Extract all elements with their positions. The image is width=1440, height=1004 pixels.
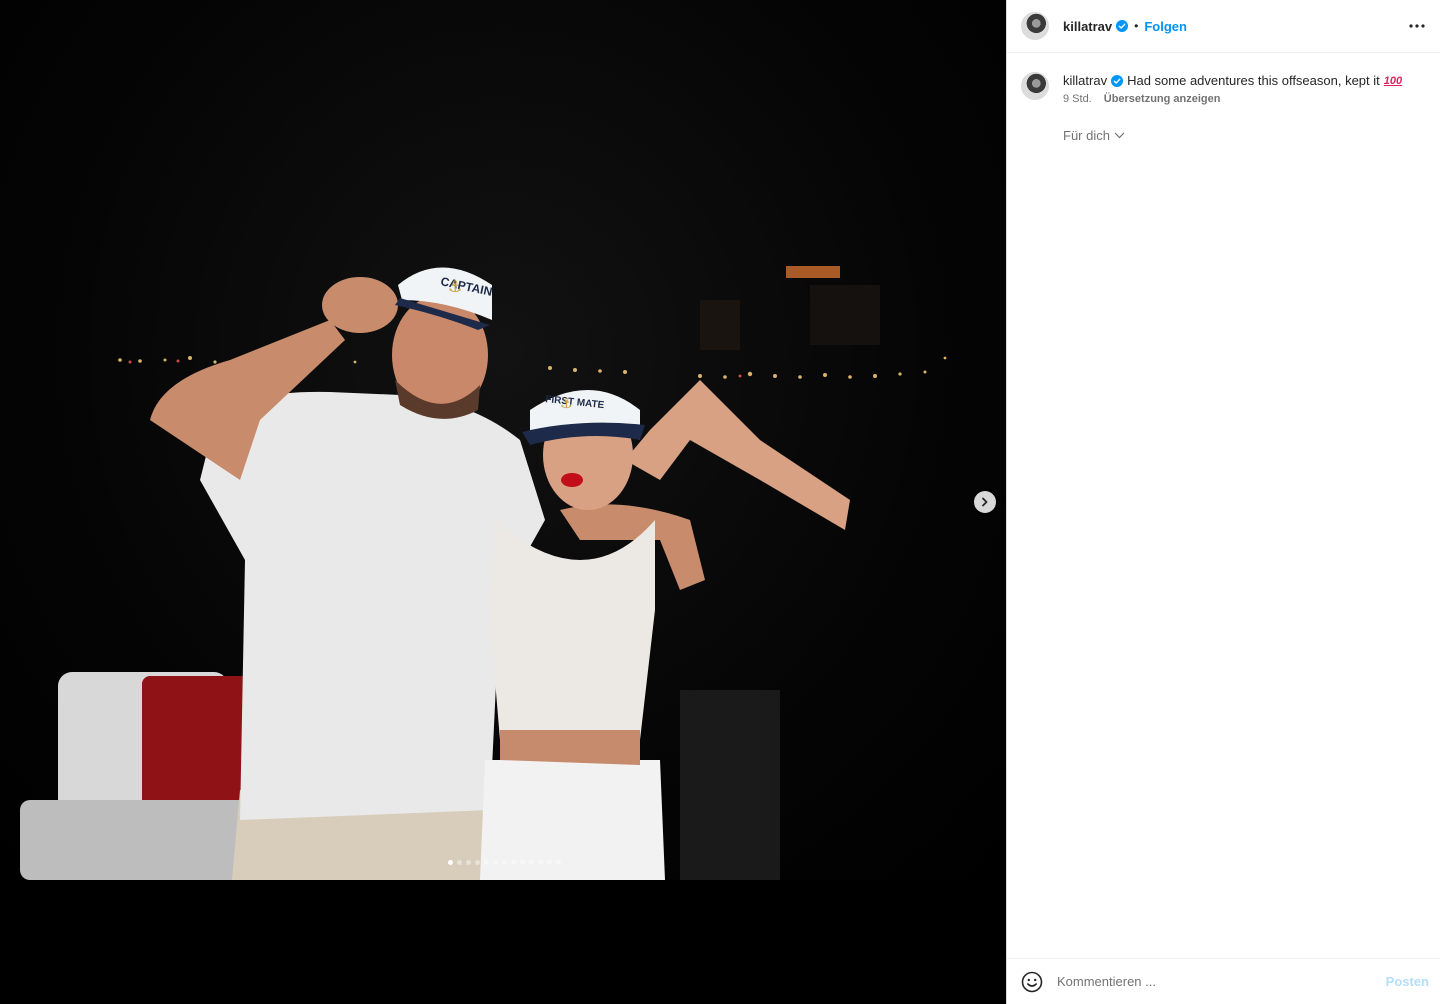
carousel-dot: [556, 860, 561, 865]
carousel-dot: [466, 860, 471, 865]
author-avatar[interactable]: [1021, 12, 1049, 40]
carousel-indicator: [448, 860, 561, 865]
chevron-right-icon: [982, 497, 988, 507]
follow-button[interactable]: Folgen: [1144, 19, 1187, 34]
verified-badge-icon: [1116, 20, 1129, 32]
post-comment-button[interactable]: Posten: [1386, 974, 1429, 989]
comment-input[interactable]: [1057, 974, 1386, 989]
photo-illustration: CAPTAIN FIRST MATE ⚓ ⚓: [20, 266, 947, 880]
media-pane: CAPTAIN FIRST MATE ⚓ ⚓: [0, 0, 1006, 1004]
carousel-dot: [493, 860, 498, 865]
more-options-button[interactable]: [1407, 16, 1427, 36]
post-photo[interactable]: CAPTAIN FIRST MATE ⚓ ⚓: [0, 0, 1006, 880]
caption-meta: 9 Std. Übersetzung anzeigen: [1063, 93, 1402, 105]
feed-filter-dropdown[interactable]: Für dich: [1063, 128, 1125, 143]
author-username[interactable]: killatrav: [1063, 19, 1112, 34]
anchor-icon: ⚓: [448, 277, 462, 296]
carousel-dot: [547, 860, 552, 865]
post-timestamp[interactable]: 9 Std.: [1063, 93, 1092, 105]
more-options-icon: [1409, 24, 1425, 28]
post-header: killatrav • Folgen: [1007, 0, 1440, 53]
carousel-dot: [502, 860, 507, 865]
carousel-dot: [529, 860, 534, 865]
chevron-down-icon: [1114, 132, 1125, 139]
anchor-icon: ⚓: [560, 396, 573, 412]
carousel-dot: [538, 860, 543, 865]
emoji-picker-button[interactable]: [1021, 971, 1043, 993]
caption-body: killatrav Had some adventures this offse…: [1063, 72, 1402, 105]
carousel-dot: [484, 860, 489, 865]
media-letterbox: [0, 880, 1006, 1004]
caption: killatrav Had some adventures this offse…: [1021, 72, 1431, 105]
carousel-dot: [520, 860, 525, 865]
header-separator: •: [1134, 19, 1139, 33]
next-slide-button[interactable]: [974, 491, 996, 513]
post-side-pane: killatrav • Folgen killatrav Had some ad…: [1006, 0, 1440, 1004]
carousel-dot: [475, 860, 480, 865]
carousel-dot: [457, 860, 462, 865]
caption-username[interactable]: killatrav: [1063, 72, 1107, 90]
emoji-icon: [1021, 971, 1043, 992]
comment-composer: Posten: [1007, 958, 1440, 1004]
post-dialog: CAPTAIN FIRST MATE ⚓ ⚓ killatrav • Folge…: [0, 0, 1440, 1004]
feed-filter-label: Für dich: [1063, 128, 1110, 143]
carousel-dot: [511, 860, 516, 865]
caption-line: killatrav Had some adventures this offse…: [1063, 72, 1402, 90]
carousel-dot: [448, 860, 453, 865]
caption-text: Had some adventures this offseason, kept…: [1127, 73, 1380, 88]
caption-avatar[interactable]: [1021, 72, 1049, 100]
verified-badge-icon: [1111, 75, 1124, 87]
woman-figure: [480, 380, 850, 880]
hundred-points-emoji-icon: 100: [1383, 75, 1403, 87]
translate-button[interactable]: Übersetzung anzeigen: [1104, 93, 1221, 105]
